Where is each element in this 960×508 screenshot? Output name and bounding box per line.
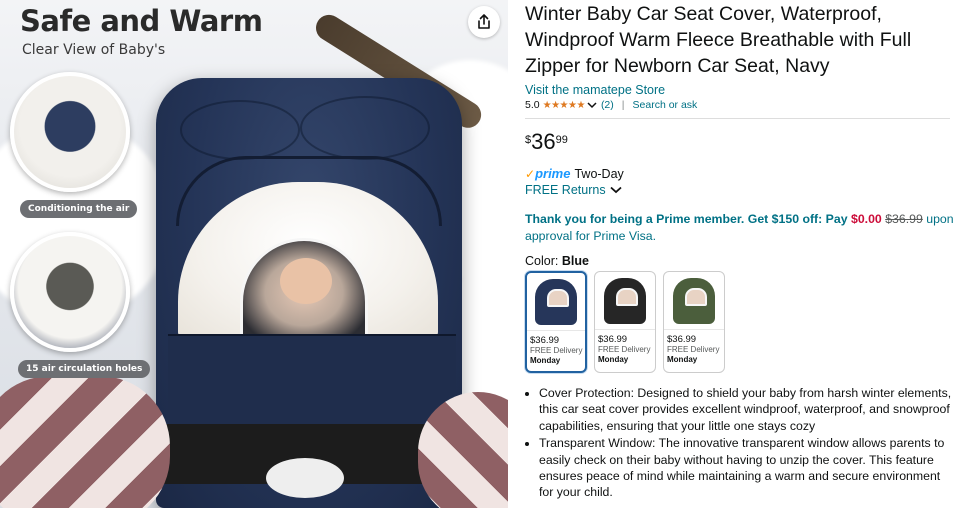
product-detail-panel: Winter Baby Car Seat Cover, Waterproof, … <box>525 0 955 508</box>
swatch-image <box>527 273 585 331</box>
rating-value: 5.0 <box>525 99 540 111</box>
image-subheadline: Clear View of Baby's <box>22 42 166 58</box>
color-swatches: $36.99 FREE Delivery Monday $36.99 FREE … <box>525 271 955 373</box>
color-selector-label: Color: Blue <box>525 254 955 268</box>
swatch-price: $36.99 <box>667 334 697 345</box>
swatch-seat-cover <box>604 277 646 324</box>
prime-badge: ✓ prime Two-Day <box>525 166 955 181</box>
price-whole: 36 <box>531 129 556 154</box>
swatch-delivery-day: Monday <box>667 355 698 364</box>
handle-grip <box>266 458 344 498</box>
swatch-delivery: FREE Delivery <box>598 345 651 354</box>
divider <box>525 118 950 119</box>
search-or-ask-link[interactable]: Search or ask <box>633 99 698 111</box>
product-image-gallery[interactable]: Safe and Warm Clear View of Baby's Condi… <box>0 0 508 508</box>
price: $ 36 99 <box>525 130 955 154</box>
promo-strike-price: $36.99 <box>885 212 923 226</box>
prime-visa-promo[interactable]: Thank you for being a Prime member. Get … <box>525 211 955 245</box>
promo-pay-amount: $0.00 <box>850 212 882 226</box>
prime-delivery-speed: Two-Day <box>574 166 624 181</box>
price-fraction: 99 <box>555 134 568 146</box>
quilt-pattern <box>180 100 300 160</box>
share-button[interactable] <box>468 6 500 38</box>
star-rating-icon[interactable]: ★★★★★ <box>543 100 586 111</box>
color-value: Blue <box>561 254 589 268</box>
swatch-green[interactable]: $36.99 FREE Delivery Monday <box>663 271 725 373</box>
mitten-left <box>0 376 170 508</box>
image-headline: Safe and Warm <box>20 4 263 38</box>
feature-bullet: Transparent Window: The innovative trans… <box>539 435 955 501</box>
swatch-price: $36.99 <box>530 335 560 346</box>
inset-image-conditioning <box>10 72 130 192</box>
color-label: Color: <box>525 254 559 268</box>
free-returns-link[interactable]: FREE Returns <box>525 183 622 197</box>
swatch-image <box>664 272 724 330</box>
swatch-seat-cover <box>535 278 577 325</box>
store-link[interactable]: Visit the mamatepe Store <box>525 83 955 97</box>
inset-label: 15 air circulation holes <box>18 360 151 378</box>
prime-check-icon: ✓ <box>525 166 536 181</box>
swatch-image <box>595 272 655 330</box>
ratings-count-link[interactable]: (2) <box>601 99 614 111</box>
swatch-seat-cover <box>673 277 715 324</box>
free-returns-label: FREE Returns <box>525 183 606 197</box>
prime-logo: prime <box>535 166 571 181</box>
share-icon <box>478 14 490 29</box>
swatch-delivery-day: Monday <box>530 356 561 365</box>
promo-lead: Thank you for being a Prime member. Get … <box>525 212 848 226</box>
inset-image-air-holes <box>10 232 130 352</box>
swatch-delivery-day: Monday <box>598 355 629 364</box>
separator: | <box>621 99 625 111</box>
chevron-down-icon <box>609 186 622 194</box>
swatch-black[interactable]: $36.99 FREE Delivery Monday <box>594 271 656 373</box>
inset-label: Conditioning the air <box>20 200 138 218</box>
baby-face <box>280 258 332 304</box>
swatch-price: $36.99 <box>598 334 628 345</box>
feature-bullet: Cover Protection: Designed to shield you… <box>539 385 955 434</box>
swatch-delivery: FREE Delivery <box>667 345 720 354</box>
swatch-delivery: FREE Delivery <box>530 346 583 355</box>
product-title: Winter Baby Car Seat Cover, Waterproof, … <box>525 3 912 77</box>
feature-bullets: Cover Protection: Designed to shield you… <box>525 385 955 501</box>
swatch-blue[interactable]: $36.99 FREE Delivery Monday <box>525 271 587 373</box>
rating-row: 5.0 ★★★★★ (2) | Search or ask <box>525 99 955 111</box>
quilt-pattern <box>300 96 430 160</box>
chevron-down-icon[interactable] <box>587 101 597 109</box>
